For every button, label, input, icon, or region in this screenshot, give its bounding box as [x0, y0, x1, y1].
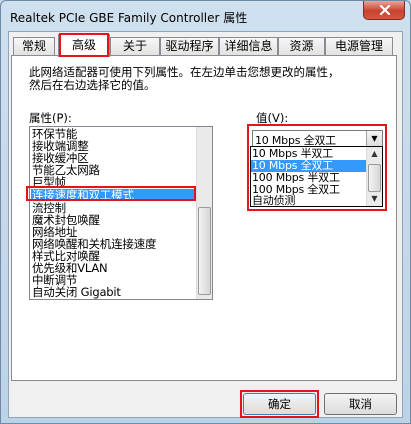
value-combobox[interactable]: 10 Mbps 全双工 ▼ — [252, 130, 383, 147]
value-label: 值(V): — [256, 111, 289, 125]
tab-label: 电源管理 — [334, 39, 383, 53]
tab-power-management[interactable]: 电源管理 — [325, 37, 393, 55]
close-icon — [379, 5, 391, 15]
dropdown-scrollbar[interactable]: ▲ ▼ — [366, 147, 382, 206]
scrollbar-thumb[interactable] — [198, 207, 211, 295]
scroll-up-arrow-icon[interactable]: ▲ — [367, 147, 382, 161]
tab-label: 关于 — [122, 39, 147, 53]
list-item[interactable]: 自动关闭 Gigabit — [32, 286, 121, 298]
tab-details[interactable]: 详细信息 — [219, 37, 278, 55]
tab-label: 高级 — [71, 38, 96, 52]
tab-label: 资源 — [289, 39, 314, 53]
scrollbar-thumb[interactable] — [368, 164, 381, 192]
description-text: 此网络适配器可使用下列属性。在左边单击您想更改的属性， 然后在右边选择它的值。 — [29, 66, 379, 92]
tab-advanced[interactable]: 高级 — [58, 34, 110, 57]
tab-general[interactable]: 常规 — [13, 37, 55, 55]
tab-about[interactable]: 关于 — [110, 37, 160, 55]
tab-resources[interactable]: 资源 — [278, 37, 325, 55]
ok-button[interactable]: 确定 — [243, 393, 316, 415]
close-button[interactable] — [363, 1, 405, 20]
value-dropdown-list[interactable]: 10 Mbps 半双工 10 Mbps 全双工 100 Mbps 半双工 100… — [250, 146, 383, 207]
cancel-button[interactable]: 取消 — [324, 393, 397, 415]
tab-label: 驱动程序 — [165, 39, 214, 53]
dropdown-button[interactable]: ▼ — [366, 131, 382, 146]
list-item-selected[interactable]: 连接速度和双工模式 — [31, 189, 197, 201]
dropdown-option[interactable]: 自动侦测 — [251, 195, 367, 207]
chevron-down-icon: ▼ — [371, 134, 378, 143]
description-line: 然后在右边选择它的值。 — [29, 78, 156, 92]
list-item[interactable]: 巨型帧 — [32, 176, 66, 188]
tab-label: 常规 — [21, 39, 46, 53]
tab-driver[interactable]: 驱动程序 — [160, 37, 219, 55]
tab-label: 详细信息 — [224, 39, 273, 53]
property-list-scrollbar[interactable] — [196, 127, 212, 299]
property-label: 属性(P): — [29, 111, 72, 125]
property-list[interactable]: 环保节能 接收端调整 接收缓冲区 节能乙太网路 巨型帧 连接速度和双工模式 流控… — [29, 126, 213, 300]
window-title: Realtek PCIe GBE Family Controller 属性 — [10, 11, 248, 25]
title-bar[interactable]: Realtek PCIe GBE Family Controller 属性 — [1, 1, 410, 31]
scroll-down-arrow-icon[interactable]: ▼ — [367, 192, 382, 206]
